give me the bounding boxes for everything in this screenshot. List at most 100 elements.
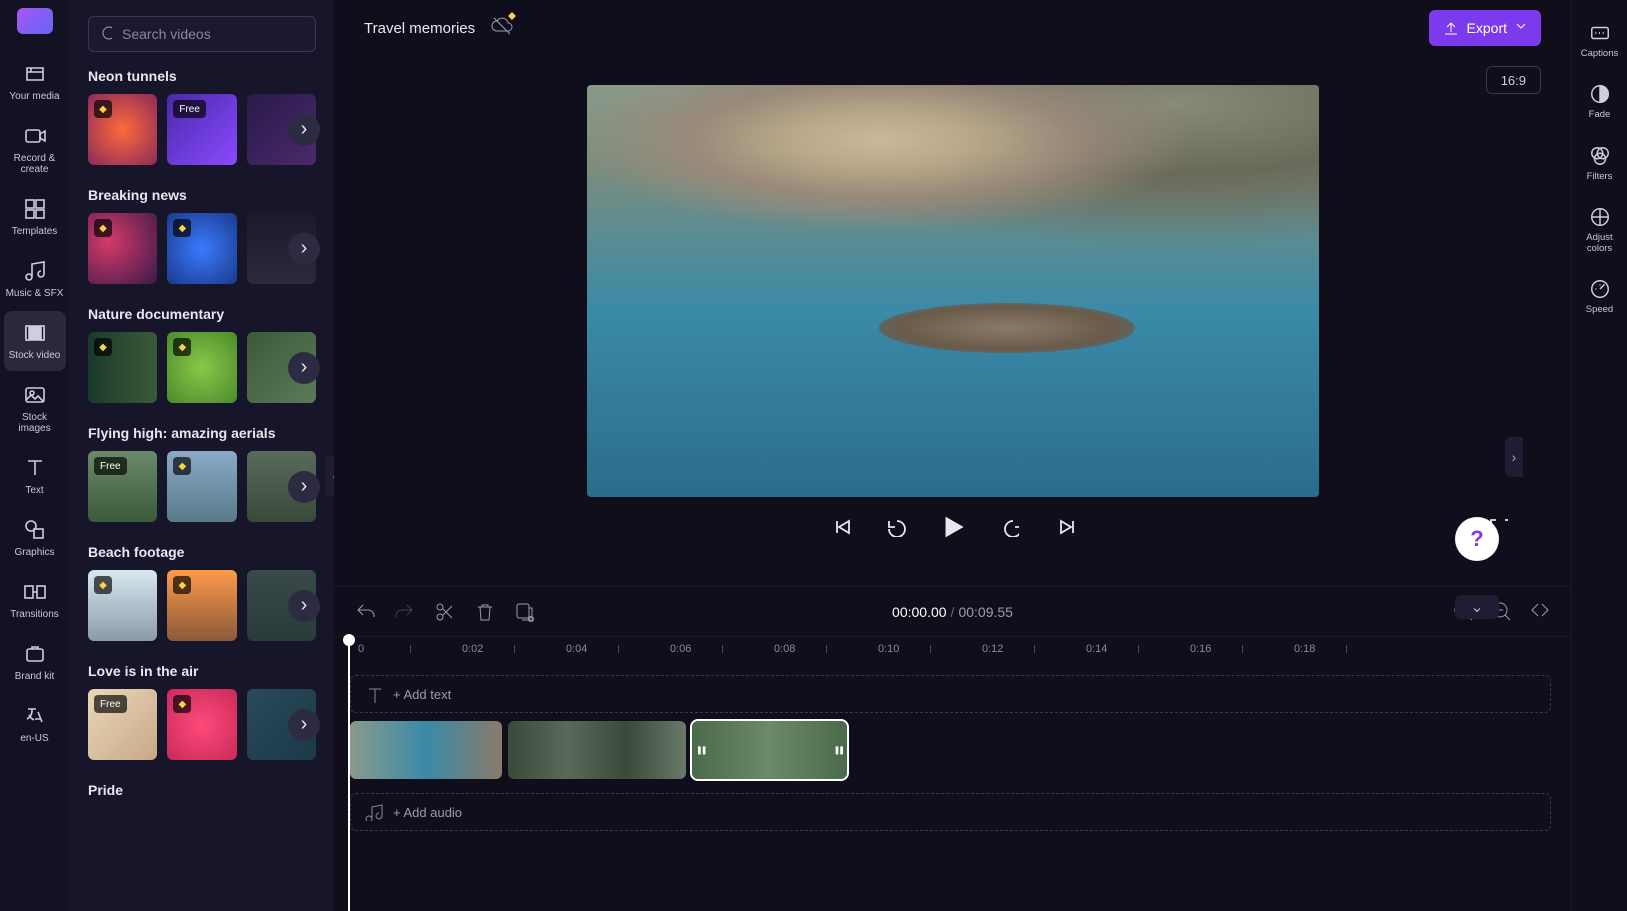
aspect-ratio-button[interactable]: 16:9 <box>1486 66 1541 94</box>
play-button[interactable] <box>940 514 966 540</box>
thumbnail-row: Free <box>88 689 316 760</box>
locale-icon <box>23 704 47 728</box>
free-badge: Free <box>94 457 127 475</box>
next-clip-button[interactable] <box>1052 514 1078 540</box>
nav-stock-video[interactable]: Stock video <box>4 311 66 371</box>
nav-label: Record & create <box>6 153 64 175</box>
delete-button[interactable] <box>474 601 496 623</box>
premium-badge <box>173 338 191 356</box>
prop-captions[interactable]: Captions <box>1575 12 1625 69</box>
premium-badge <box>94 338 112 356</box>
video-preview[interactable] <box>587 85 1319 497</box>
search-icon <box>101 25 112 43</box>
thumbnail-row: Free <box>88 451 316 522</box>
timeline-clip[interactable] <box>508 721 686 779</box>
music-icon <box>365 803 383 821</box>
text-icon <box>23 456 47 480</box>
timeline[interactable]: 00:020:040:060:080:100:120:140:160:18 + … <box>334 636 1571 911</box>
nav-stock-images[interactable]: Stock images <box>4 373 66 444</box>
app-logo[interactable] <box>17 8 53 34</box>
category-next-button[interactable] <box>288 114 320 146</box>
video-thumbnail[interactable] <box>88 94 157 165</box>
stock-images-icon <box>23 383 47 407</box>
expand-down-button[interactable] <box>1455 595 1499 619</box>
speed-icon <box>1589 278 1611 300</box>
search-box[interactable] <box>88 16 316 52</box>
video-thumbnail[interactable]: Free <box>167 94 236 165</box>
collapse-right-button[interactable] <box>1505 437 1523 477</box>
audio-track-placeholder[interactable]: + Add audio <box>350 793 1551 831</box>
thumbnail-row: Free <box>88 94 316 165</box>
nav-graphics[interactable]: Graphics <box>4 508 66 568</box>
adjust-colors-icon <box>1589 206 1611 228</box>
record-create-icon <box>23 124 47 148</box>
export-button[interactable]: Export <box>1429 10 1541 46</box>
prop-speed[interactable]: Speed <box>1575 268 1625 325</box>
free-badge: Free <box>94 695 127 713</box>
category-next-button[interactable] <box>288 471 320 503</box>
premium-badge <box>173 695 191 713</box>
nav-label: en-US <box>20 733 48 744</box>
category: Flying high: amazing aerials Free <box>88 425 316 522</box>
category-next-button[interactable] <box>288 352 320 384</box>
player-controls <box>364 497 1541 557</box>
video-thumbnail[interactable] <box>167 213 236 284</box>
nav-templates[interactable]: Templates <box>4 187 66 247</box>
split-button[interactable] <box>434 601 456 623</box>
timeline-clip[interactable] <box>350 721 502 779</box>
video-thumbnail[interactable] <box>88 332 157 403</box>
prev-clip-button[interactable] <box>828 514 854 540</box>
premium-dot-icon <box>508 12 516 20</box>
fit-timeline-button[interactable] <box>1529 601 1551 623</box>
category-title: Flying high: amazing aerials <box>88 425 316 441</box>
video-thumbnail[interactable] <box>88 570 157 641</box>
nav-text[interactable]: Text <box>4 446 66 506</box>
duplicate-button[interactable] <box>514 601 536 623</box>
category-next-button[interactable] <box>288 709 320 741</box>
nav-record-create[interactable]: Record & create <box>4 114 66 185</box>
premium-badge <box>94 219 112 237</box>
library-scroll[interactable]: Neon tunnelsFreeBreaking newsNature docu… <box>70 68 334 895</box>
premium-badge <box>173 219 191 237</box>
filters-icon <box>1589 145 1611 167</box>
graphics-icon <box>23 518 47 542</box>
category-title: Neon tunnels <box>88 68 316 84</box>
prop-filters[interactable]: Filters <box>1575 135 1625 192</box>
video-thumbnail[interactable] <box>167 689 236 760</box>
sync-status[interactable] <box>491 15 513 42</box>
category-next-button[interactable] <box>288 590 320 622</box>
prop-label: Fade <box>1589 110 1611 120</box>
nav-your-media[interactable]: Your media <box>4 52 66 112</box>
export-label: Export <box>1467 20 1507 36</box>
redo-button[interactable] <box>394 601 416 623</box>
nav-transitions[interactable]: Transitions <box>4 570 66 630</box>
rewind-button[interactable] <box>884 514 910 540</box>
time-ruler[interactable]: 00:020:040:060:080:100:120:140:160:18 <box>350 637 1571 667</box>
help-button[interactable]: ? <box>1455 517 1499 561</box>
prop-label: Speed <box>1586 305 1613 315</box>
nav-music-sfx[interactable]: Music & SFX <box>4 249 66 309</box>
collapse-library-button[interactable] <box>326 456 334 496</box>
add-audio-label: + Add audio <box>393 805 462 820</box>
nav-brand-kit[interactable]: Brand kit <box>4 632 66 692</box>
playhead[interactable] <box>348 637 350 911</box>
ruler-label: 0:08 <box>774 643 795 655</box>
project-title[interactable]: Travel memories <box>364 20 475 37</box>
video-thumbnail[interactable] <box>167 332 236 403</box>
video-thumbnail[interactable] <box>167 451 236 522</box>
prop-fade[interactable]: Fade <box>1575 73 1625 130</box>
video-thumbnail[interactable] <box>167 570 236 641</box>
category-next-button[interactable] <box>288 233 320 265</box>
text-track-placeholder[interactable]: + Add text <box>350 675 1551 713</box>
video-thumbnail[interactable]: Free <box>88 689 157 760</box>
timeline-clip[interactable]: 4K Aerial Flying Around Rocky Desert Hil… <box>692 721 847 779</box>
video-thumbnail[interactable] <box>88 213 157 284</box>
video-track[interactable]: 4K Aerial Flying Around Rocky Desert Hil… <box>350 721 1551 785</box>
prop-adjust-colors[interactable]: Adjust colors <box>1575 196 1625 264</box>
nav-label: Transitions <box>10 609 59 620</box>
video-thumbnail[interactable]: Free <box>88 451 157 522</box>
search-input[interactable] <box>122 26 303 42</box>
undo-button[interactable] <box>354 601 376 623</box>
nav-locale[interactable]: en-US <box>4 694 66 754</box>
forward-button[interactable] <box>996 514 1022 540</box>
